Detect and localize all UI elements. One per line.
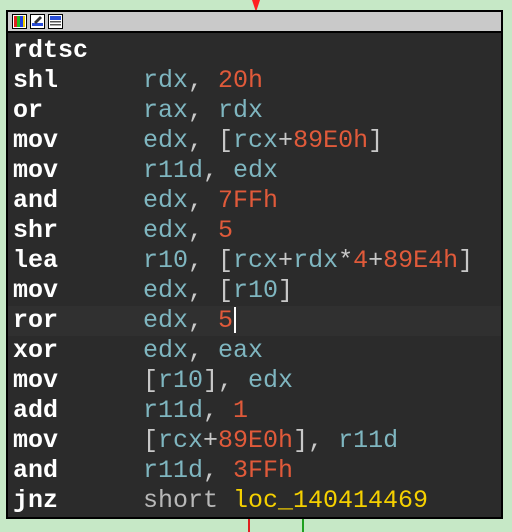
operand-register[interactable]: edx	[143, 336, 188, 365]
operand-punctuation: ],	[203, 366, 249, 395]
operand-register[interactable]: rdx	[293, 246, 338, 275]
node-titlebar[interactable]	[8, 12, 501, 33]
instruction-line[interactable]: or rax, rdx	[8, 96, 501, 126]
operand-register[interactable]: rcx	[233, 246, 278, 275]
graph-overview-icon[interactable]	[48, 14, 63, 29]
instruction-line[interactable]: mov r11d, edx	[8, 156, 501, 186]
operand-number[interactable]: 5	[218, 216, 233, 245]
operand-register[interactable]: rax	[143, 96, 188, 125]
instruction-line[interactable]: ror edx, 5	[8, 306, 501, 336]
operand-punctuation: , [	[188, 246, 234, 275]
operand-punctuation: [	[143, 366, 159, 395]
operand-punctuation: +	[203, 426, 219, 455]
instruction-line[interactable]: mov edx, [r10]	[8, 276, 501, 306]
text-cursor	[234, 307, 237, 334]
instruction-mnemonic[interactable]: mov	[13, 276, 143, 306]
instruction-mnemonic[interactable]: mov	[13, 426, 143, 456]
operand-number[interactable]: 4	[353, 246, 368, 275]
operand-number[interactable]: 89E0h	[293, 126, 368, 155]
instruction-mnemonic[interactable]: shl	[13, 66, 143, 96]
operand-number[interactable]: 5	[218, 306, 233, 335]
operand-register[interactable]: rdx	[218, 96, 263, 125]
operand-punctuation: +	[278, 246, 294, 275]
instruction-mnemonic[interactable]: jnz	[13, 486, 143, 516]
operand-punctuation: ],	[293, 426, 339, 455]
operand-punctuation: [	[143, 426, 159, 455]
operand-punctuation: ,	[203, 156, 234, 185]
instruction-mnemonic[interactable]: and	[13, 186, 143, 216]
instruction-mnemonic[interactable]: or	[13, 96, 143, 126]
instruction-line[interactable]: xor edx, eax	[8, 336, 501, 366]
operand-punctuation: +	[368, 246, 384, 275]
instruction-mnemonic[interactable]: ror	[13, 306, 143, 336]
instruction-line[interactable]: mov edx, [rcx+89E0h]	[8, 126, 501, 156]
operand-register[interactable]: r11d	[143, 396, 203, 425]
operand-punctuation: ]	[278, 276, 294, 305]
operand-punctuation: ,	[188, 96, 219, 125]
operand-register[interactable]: edx	[143, 216, 188, 245]
operand-punctuation: ,	[188, 306, 219, 335]
operand-keyword[interactable]: short	[143, 486, 218, 515]
instruction-line[interactable]: and edx, 7FFh	[8, 186, 501, 216]
jump-target-label[interactable]: loc_140414469	[233, 486, 428, 515]
instruction-mnemonic[interactable]: shr	[13, 216, 143, 246]
instruction-line[interactable]: lea r10, [rcx+rdx*4+89E4h]	[8, 246, 501, 276]
operand-register[interactable]: r11d	[143, 456, 203, 485]
operand-register[interactable]: edx	[143, 126, 188, 155]
operand-register[interactable]: edx	[143, 186, 188, 215]
operand-punctuation	[218, 486, 233, 515]
instruction-line[interactable]: mov [rcx+89E0h], r11d	[8, 426, 501, 456]
operand-register[interactable]: edx	[248, 366, 293, 395]
operand-register[interactable]: rdx	[143, 66, 188, 95]
operand-register[interactable]: edx	[143, 306, 188, 335]
instruction-mnemonic[interactable]: mov	[13, 126, 143, 156]
instruction-line[interactable]: add r11d, 1	[8, 396, 501, 426]
graph-node[interactable]: rdtsc shl rdx, 20h or rax, rdx mov edx, [rcx+8…	[6, 10, 503, 519]
operand-number[interactable]: 89E4h	[383, 246, 458, 275]
operand-register[interactable]: r11d	[143, 156, 203, 185]
operand-number[interactable]: 89E0h	[218, 426, 293, 455]
instruction-line[interactable]: mov [r10], edx	[8, 366, 501, 396]
instruction-line[interactable]: rdtsc	[8, 36, 501, 66]
operand-punctuation: +	[278, 126, 294, 155]
operand-punctuation: ]	[368, 126, 384, 155]
operand-register[interactable]: rcx	[158, 426, 203, 455]
operand-punctuation: , [	[188, 276, 234, 305]
operand-number[interactable]: 7FFh	[218, 186, 278, 215]
operand-register[interactable]: rcx	[233, 126, 278, 155]
instruction-mnemonic[interactable]: mov	[13, 156, 143, 186]
instruction-line[interactable]: and r11d, 3FFh	[8, 456, 501, 486]
instruction-line[interactable]: jnz short loc_140414469	[8, 486, 501, 516]
operand-register[interactable]: edx	[143, 276, 188, 305]
operand-punctuation: , [	[188, 126, 234, 155]
instruction-mnemonic[interactable]: rdtsc	[13, 36, 143, 66]
instruction-line[interactable]: shr edx, 5	[8, 216, 501, 246]
operand-number[interactable]: 3FFh	[233, 456, 293, 485]
instruction-line[interactable]: shl rdx, 20h	[8, 66, 501, 96]
operand-register[interactable]: r11d	[338, 426, 398, 455]
operand-punctuation: ,	[203, 456, 234, 485]
operand-punctuation: ,	[188, 336, 219, 365]
instruction-mnemonic[interactable]: add	[13, 396, 143, 426]
operand-punctuation: ,	[188, 66, 219, 95]
operand-register[interactable]: r10	[233, 276, 278, 305]
rename-node-icon[interactable]	[30, 14, 45, 29]
operand-register[interactable]: r10	[143, 246, 188, 275]
operand-register[interactable]: eax	[218, 336, 263, 365]
color-palette-icon[interactable]	[12, 14, 27, 29]
operand-number[interactable]: 1	[233, 396, 248, 425]
operand-register[interactable]: edx	[233, 156, 278, 185]
instruction-mnemonic[interactable]: lea	[13, 246, 143, 276]
operand-punctuation: ,	[188, 186, 219, 215]
instruction-mnemonic[interactable]: mov	[13, 366, 143, 396]
operand-punctuation: *	[338, 246, 354, 275]
operand-register[interactable]: r10	[158, 366, 203, 395]
operand-punctuation: ,	[203, 396, 234, 425]
operand-number[interactable]: 20h	[218, 66, 263, 95]
instruction-mnemonic[interactable]: xor	[13, 336, 143, 366]
operand-punctuation: ]	[458, 246, 474, 275]
instruction-mnemonic[interactable]: and	[13, 456, 143, 486]
operand-punctuation: ,	[188, 216, 219, 245]
disassembly-listing[interactable]: rdtsc shl rdx, 20h or rax, rdx mov edx, [rcx+8…	[8, 33, 501, 516]
